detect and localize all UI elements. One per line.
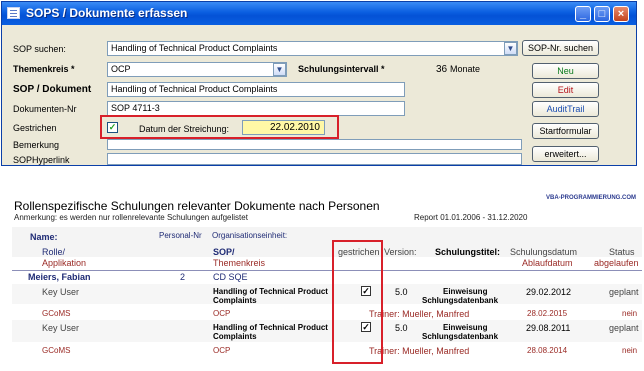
col-ablaufdatum-header: Ablaufdatum	[522, 258, 573, 268]
row-themenkreis: OCP	[213, 346, 231, 355]
window-titlebar[interactable]: SOPS / Dokumente erfassen _ □ ×	[2, 2, 636, 25]
sop-search-dropdown-arrow-icon[interactable]: ▼	[504, 42, 517, 55]
schulungsintervall-value[interactable]: 36	[436, 64, 447, 75]
col-status-header: Status	[609, 247, 635, 257]
themenkreis-combobox[interactable]: OCP	[107, 62, 287, 77]
audit-trail-button[interactable]: AuditTrail	[532, 101, 599, 117]
new-button[interactable]: Neu	[532, 63, 599, 79]
edit-button[interactable]: Edit	[532, 82, 599, 98]
col-abgelaufen-header: abgelaufen	[594, 258, 639, 268]
sop-search-combobox[interactable]: Handling of Technical Product Complaints	[107, 41, 518, 56]
close-button[interactable]: ×	[613, 6, 629, 22]
sophyperlink-label: SOPHyperlink	[13, 155, 70, 165]
person-org: CD SQE	[213, 272, 248, 282]
sop-dokument-label: SOP / Dokument	[13, 84, 92, 95]
row-rolle: Key User	[42, 323, 80, 333]
row-titel-line2: Schlungsdatenbank	[422, 296, 499, 305]
row-titel-line2: Schlungsdatenbank	[422, 332, 499, 341]
sop-nr-search-button[interactable]: SOP-Nr. suchen	[522, 40, 599, 56]
themenkreis-label: Themenkreis *	[13, 64, 75, 74]
schulungsintervall-label: Schulungsintervall *	[298, 64, 385, 74]
report-brand: VBA-PROGRAMMIERUNG.COM	[546, 195, 636, 201]
row-schulungsdatum: 29.08.2011	[526, 323, 571, 333]
row-rolle: Key User	[42, 287, 80, 297]
bemerkung-field[interactable]	[107, 139, 522, 150]
startformular-button[interactable]: Startformular	[532, 123, 599, 139]
report-title: Rollenspezifische Schulungen relevanter …	[14, 199, 380, 213]
col-name-header: Name:	[30, 232, 58, 242]
dokumenten-nr-field[interactable]: SOP 4711-3	[107, 101, 405, 116]
report-period: Report 01.01.2006 - 31.12.2020	[414, 213, 528, 222]
themenkreis-dropdown-arrow-icon[interactable]: ▼	[273, 63, 286, 76]
row-trainer: Trainer: Mueller, Manfred	[369, 346, 470, 356]
col-rolle-header: Rolle/	[42, 247, 66, 257]
row-sop-line2: Complaints	[213, 296, 257, 305]
report-subtitle: Anmerkung: es werden nur rollenrelevante…	[14, 213, 248, 222]
form-app-icon	[7, 7, 20, 19]
maximize-button[interactable]: □	[594, 6, 610, 22]
person-name: Meiers, Fabian	[28, 272, 91, 282]
row-ablaufdatum: 28.02.2015	[527, 309, 568, 318]
dokumenten-nr-label: Dokumenten-Nr	[13, 104, 77, 114]
row-version: 5.0	[395, 287, 408, 297]
sophyperlink-field[interactable]	[107, 153, 522, 165]
col-applikation-header: Applikation	[42, 258, 87, 268]
row-status: geplant	[609, 287, 639, 297]
row-applikation: GCoMS	[42, 309, 71, 318]
minimize-button[interactable]: _	[575, 6, 591, 22]
row-sop-line1: Handling of Technical Product	[213, 323, 328, 332]
col-version-header: Version:	[384, 247, 417, 257]
row-schulungsdatum: 29.02.2012	[526, 287, 572, 297]
person-personal-nr: 2	[180, 272, 186, 282]
row-abgelaufen: nein	[622, 346, 638, 355]
schulungsintervall-unit: Monate	[450, 64, 481, 74]
window-title: SOPS / Dokumente erfassen	[26, 6, 188, 20]
col-schulungstitel-header: Schulungstitel:	[435, 247, 500, 257]
row-applikation: GCoMS	[42, 346, 71, 355]
row-sop-line1: Handling of Technical Product	[213, 287, 328, 296]
row-ablaufdatum: 28.08.2014	[527, 346, 568, 355]
row-sop-line2: Complaints	[213, 332, 257, 341]
gestrichen-label: Gestrichen	[13, 123, 57, 133]
person-group-separator	[12, 270, 642, 271]
bemerkung-label: Bemerkung	[13, 140, 60, 150]
col-personal-nr-header: Personal-Nr	[159, 231, 202, 240]
sop-dokument-field[interactable]: Handling of Technical Product Complaints	[107, 82, 405, 97]
erweitert-button[interactable]: erweitert...	[532, 146, 599, 162]
gestrichen-highlight-box	[100, 115, 339, 139]
col-org-header: Organisationseinheit:	[212, 231, 288, 240]
sop-search-label: SOP suchen:	[13, 44, 66, 54]
row-titel-line1: Einweisung	[443, 323, 488, 332]
row-version: 5.0	[395, 323, 408, 333]
row-titel-line1: Einweisung	[443, 287, 488, 296]
col-themenkreis-header: Themenkreis	[213, 258, 266, 268]
row-trainer: Trainer: Mueller, Manfred	[369, 309, 470, 319]
col-schulungsdatum-header: Schulungsdatum	[510, 247, 578, 257]
col-sop-header: SOP/	[213, 247, 235, 257]
gestrichen-column-highlight	[332, 240, 383, 364]
row-themenkreis: OCP	[213, 309, 231, 318]
row-abgelaufen: nein	[622, 309, 638, 318]
sop-dokumente-window: SOPS / Dokumente erfassen _ □ × SOP such…	[1, 1, 637, 166]
row-status: geplant	[609, 323, 639, 333]
